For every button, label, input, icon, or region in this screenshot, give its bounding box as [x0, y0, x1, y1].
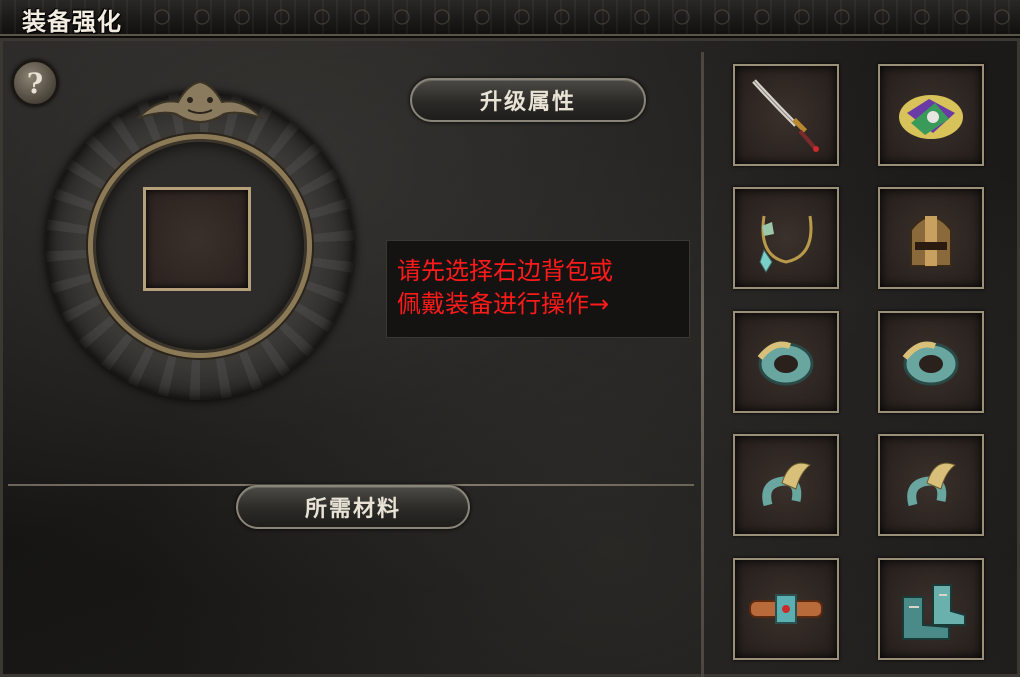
inventory-slot-ring-right[interactable]	[878, 434, 984, 536]
inventory-slot-bracelet-left[interactable]	[733, 311, 839, 413]
belt-icon	[749, 594, 823, 624]
boots-icon	[902, 584, 966, 640]
bracelet-icon	[902, 341, 959, 386]
inventory-divider	[701, 52, 704, 677]
dragon-crest-icon	[137, 80, 263, 124]
inventory-slot-belt[interactable]	[733, 558, 839, 660]
inventory-slot-boots[interactable]	[878, 558, 984, 660]
inventory-slot-weapon[interactable]	[733, 64, 839, 166]
inventory-slot-armor[interactable]	[878, 64, 984, 166]
armor-icon	[899, 95, 963, 139]
hint-message: 请先选择右边背包或 佩戴装备进行操作→	[386, 240, 690, 338]
inventory-slot-bracelet-right[interactable]	[878, 311, 984, 413]
hint-line-1: 请先选择右边背包或	[397, 257, 613, 285]
ring-icon	[907, 462, 956, 507]
inventory-slot-helmet[interactable]	[878, 187, 984, 289]
upgrade-attributes-button[interactable]: 升级属性	[410, 78, 646, 122]
required-materials-button[interactable]: 所需材料	[236, 485, 470, 529]
help-button[interactable]: ?	[12, 60, 58, 106]
inventory-slot-ring-left[interactable]	[733, 434, 839, 536]
sword-icon	[752, 79, 819, 152]
hint-line-2: 佩戴装备进行操作→	[397, 290, 610, 318]
ring-icon	[762, 462, 811, 507]
bracelet-icon	[757, 341, 814, 386]
equipment-drop-slot[interactable]	[143, 187, 251, 291]
inventory-slot-necklace[interactable]	[733, 187, 839, 289]
helmet-icon	[910, 216, 952, 267]
necklace-icon	[759, 215, 813, 273]
window-title: 装备强化	[22, 8, 122, 36]
title-bar: 装备强化	[0, 0, 1020, 36]
